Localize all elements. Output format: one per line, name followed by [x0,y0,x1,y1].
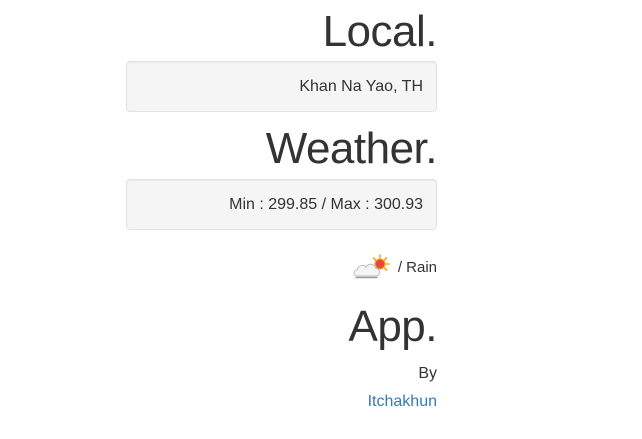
weather-section: Weather. [126,124,438,173]
local-section: Local. [126,7,438,56]
author-line: Itchakhun [126,391,437,413]
temperature-well: Min : 299.85 / Max : 300.93 [126,179,437,230]
weather-condition-row: / Rain [126,252,437,282]
app-heading: App. [348,302,437,351]
app-section: App. [126,303,437,351]
temperature-well-wrap: Min : 299.85 / Max : 300.93 [126,179,437,230]
by-line: By [126,363,437,385]
weather-condition-line: / Rain [126,252,437,282]
partly-sunny-cloud-icon [352,254,390,280]
location-well: Khan Na Yao, TH [126,61,437,112]
weather-app-page: Local. Khan Na Yao, TH Weather. Min : 29… [0,0,642,439]
temperature-text: Min : 299.85 / Max : 300.93 [229,195,423,213]
location-well-wrap: Khan Na Yao, TH [126,61,437,112]
weather-heading: Weather. [265,124,438,173]
by-label: By [418,365,437,382]
author-link[interactable]: Itchakhun [368,391,437,413]
weather-condition-text: / Rain [397,258,437,276]
local-heading: Local. [322,7,438,56]
location-text: Khan Na Yao, TH [299,77,423,95]
